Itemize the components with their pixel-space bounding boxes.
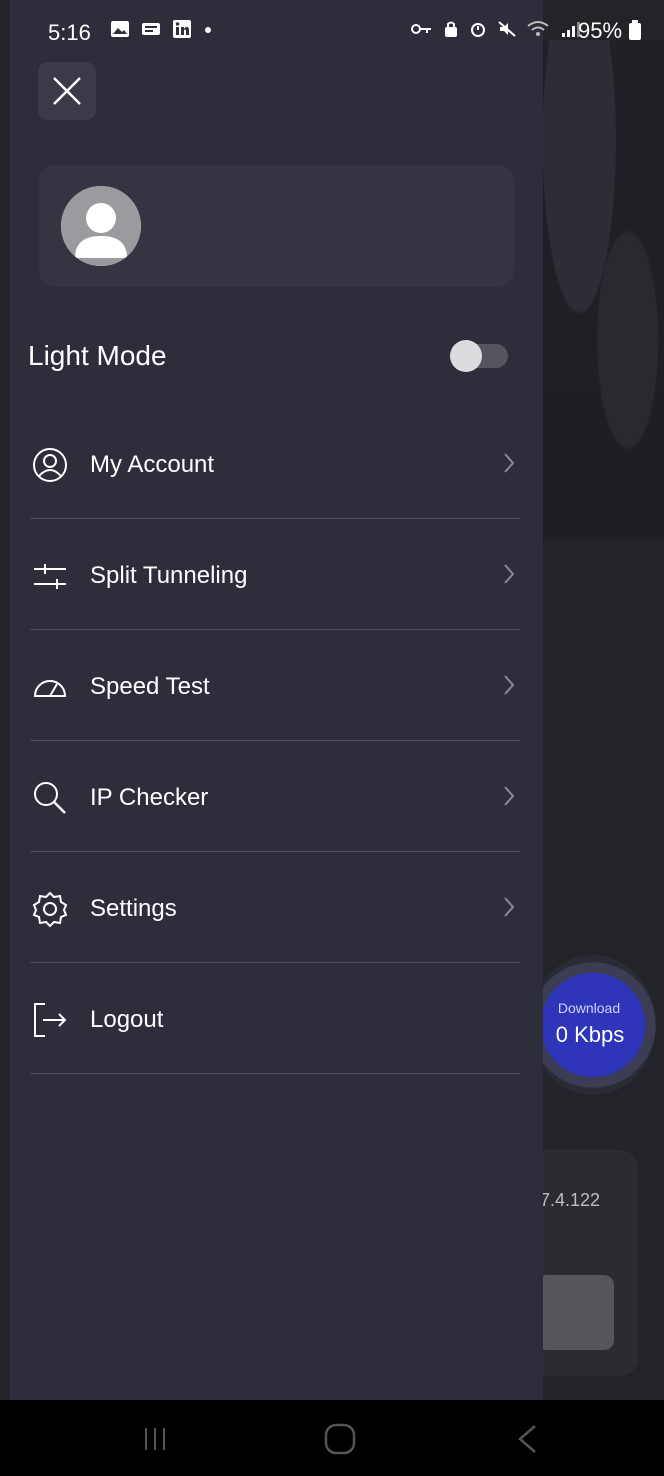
wifi-icon <box>527 21 549 36</box>
menu-divider <box>30 1073 520 1074</box>
alarm-icon <box>471 23 486 37</box>
chevron-right-icon <box>504 453 515 473</box>
navigation-drawer: Light Mode My Account Split Tunneling Sp… <box>10 0 543 1400</box>
background-map <box>543 40 664 540</box>
light-mode-toggle[interactable] <box>450 340 508 372</box>
home-icon[interactable] <box>323 1422 357 1456</box>
menu-item-logout[interactable]: Logout <box>30 1000 522 1110</box>
battery-icon <box>629 20 642 40</box>
dot-icon <box>205 27 212 33</box>
card-icon <box>142 23 161 35</box>
profile-card[interactable] <box>39 165 514 287</box>
image-icon <box>111 21 129 37</box>
system-nav-bar <box>0 1400 664 1476</box>
avatar <box>61 186 141 266</box>
chevron-right-icon <box>504 675 515 695</box>
system-icons <box>410 20 582 43</box>
recent-apps-icon[interactable] <box>140 1424 170 1454</box>
search-icon <box>30 778 70 818</box>
chevron-right-icon <box>504 786 515 806</box>
lock-icon <box>444 21 457 37</box>
connect-button[interactable] <box>536 1275 614 1350</box>
close-icon <box>53 77 81 105</box>
gear-icon <box>30 889 70 929</box>
close-button[interactable] <box>38 62 96 120</box>
status-time: 5:16 <box>48 20 91 45</box>
logout-icon <box>30 1000 70 1040</box>
light-mode-label: Light Mode <box>28 340 167 371</box>
menu-label: Logout <box>90 1006 164 1033</box>
account-icon <box>30 445 70 485</box>
menu-divider <box>30 629 520 630</box>
mute-icon <box>498 21 516 37</box>
menu-label: My Account <box>90 451 215 478</box>
menu-label: IP Checker <box>90 784 209 811</box>
split-tunneling-icon <box>30 556 70 596</box>
menu-divider <box>30 518 520 519</box>
toggle-knob <box>450 340 482 372</box>
download-value: 0 Kbps <box>555 1022 625 1047</box>
menu-item-ip-checker[interactable]: IP Checker <box>30 778 522 888</box>
battery-status: 95% <box>578 18 642 44</box>
menu-item-settings[interactable]: Settings <box>30 889 522 999</box>
menu-divider <box>30 962 520 963</box>
menu-item-my-account[interactable]: My Account <box>30 445 522 555</box>
menu-item-split-tunneling[interactable]: Split Tunneling <box>30 556 522 666</box>
menu-divider <box>30 740 520 741</box>
speedometer-icon <box>30 667 70 707</box>
menu-label: Split Tunneling <box>90 562 248 589</box>
status-bar: 5:16 95% <box>0 0 664 64</box>
user-icon <box>61 186 141 266</box>
key-icon <box>411 24 431 34</box>
menu-item-speed-test[interactable]: Speed Test <box>30 667 522 777</box>
chevron-right-icon <box>504 897 515 917</box>
linkedin-icon <box>173 20 192 38</box>
menu-divider <box>30 851 520 852</box>
back-icon[interactable] <box>515 1422 539 1456</box>
menu-label: Settings <box>90 895 177 922</box>
chevron-right-icon <box>504 564 515 584</box>
download-label: Download <box>557 1000 621 1016</box>
battery-percent: 95% <box>578 18 623 43</box>
notification-icons <box>110 20 213 43</box>
menu-label: Speed Test <box>90 673 210 700</box>
